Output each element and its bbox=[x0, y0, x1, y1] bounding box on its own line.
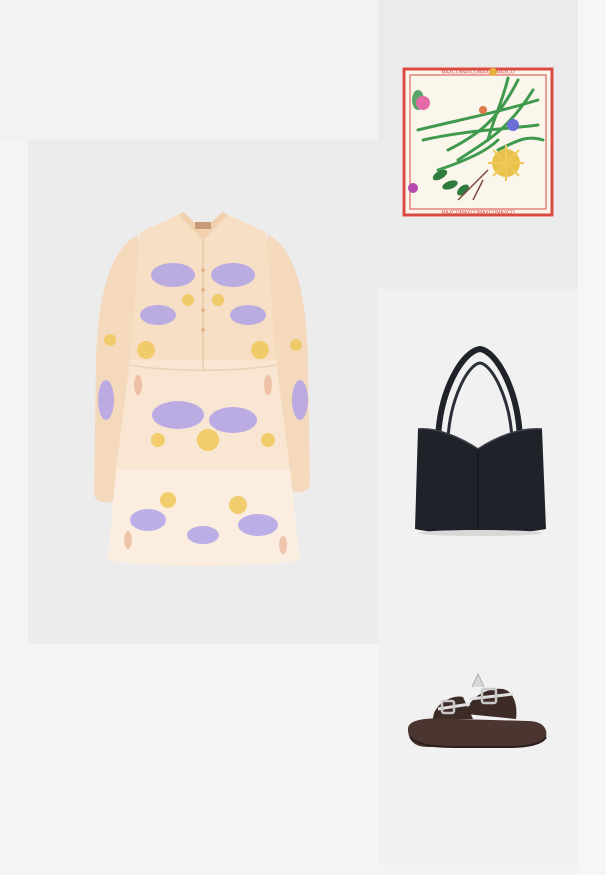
floral-silk-scarf-image: MAXCOMAXCOMAXCOMAXCO MAXCOMAXCOMAXCOMAXC… bbox=[402, 67, 554, 217]
scarf-border-text-bottom: MAXCOMAXCOMAXCOMAXCO bbox=[441, 210, 514, 216]
product-tile-sandal[interactable] bbox=[378, 579, 578, 865]
product-tile-dress[interactable] bbox=[28, 140, 378, 644]
empty-tile-bottom-left bbox=[0, 644, 378, 875]
scarf-border-text-top: MAXCOMAXCOMAXCOMAXCO bbox=[441, 70, 514, 76]
product-tile-scarf[interactable]: MAXCOMAXCOMAXCOMAXCO MAXCOMAXCOMAXCOMAXC… bbox=[378, 0, 578, 289]
brown-buckle-slide-sandal-image bbox=[408, 672, 547, 748]
page-right-margin bbox=[578, 0, 606, 875]
floral-mini-dress-image bbox=[94, 212, 310, 566]
empty-tile-top-left bbox=[0, 0, 378, 140]
black-tote-bag-image bbox=[415, 345, 546, 536]
product-tile-bag[interactable] bbox=[378, 289, 578, 579]
